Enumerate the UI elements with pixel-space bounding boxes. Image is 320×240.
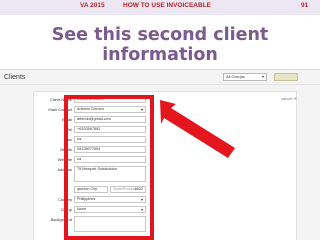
arrow-shape [160,100,235,158]
pointer-arrow-icon [160,100,235,158]
